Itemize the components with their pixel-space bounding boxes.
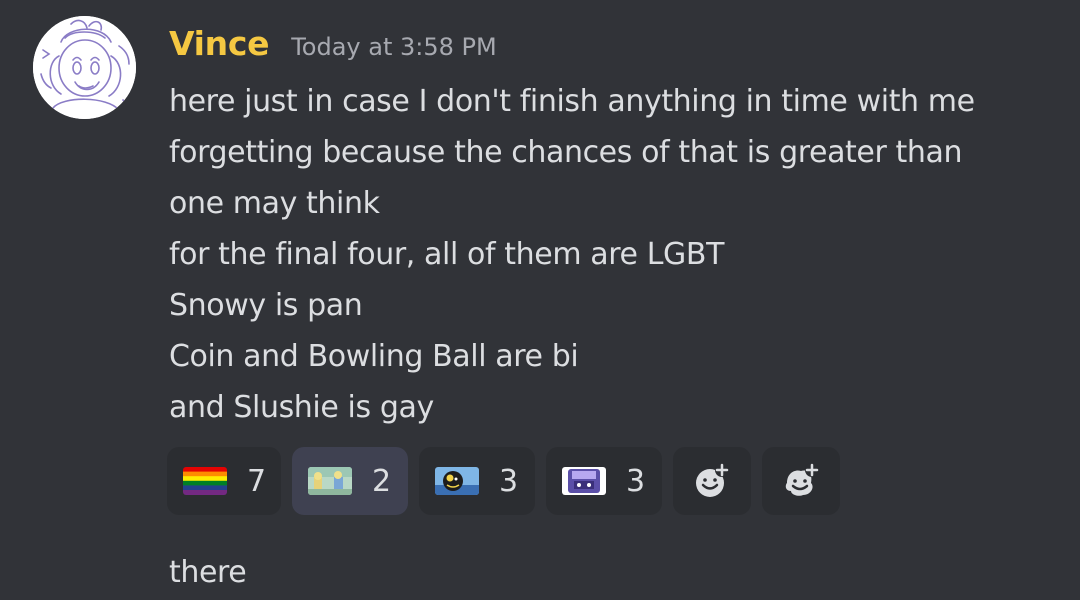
- reaction-count: 3: [626, 463, 646, 499]
- reaction-bowling-ball[interactable]: 3: [419, 447, 535, 515]
- avatar[interactable]: [33, 16, 136, 119]
- add-super-reaction-button[interactable]: [762, 447, 840, 515]
- add-reaction-icon: [696, 463, 729, 497]
- characters-emoji-icon: [308, 467, 352, 495]
- reaction-pride-flag[interactable]: 7: [167, 447, 281, 515]
- reaction-slushie[interactable]: 3: [546, 447, 662, 515]
- message-content: here just in case I don't finish anythin…: [169, 76, 1049, 433]
- reaction-characters[interactable]: 2: [292, 447, 408, 515]
- reaction-count: 2: [372, 463, 392, 499]
- followup-message: there: [169, 555, 247, 590]
- pride-flag-emoji-icon: [183, 467, 227, 495]
- reaction-bar: 7 2 3 3: [167, 447, 840, 515]
- timestamp[interactable]: Today at 3:58 PM: [291, 33, 497, 61]
- message-header: Vince Today at 3:58 PM: [169, 24, 497, 68]
- message-group: Vince Today at 3:58 PM here just in case…: [0, 0, 1080, 600]
- reaction-count: 7: [247, 463, 267, 499]
- avatar-sketch-icon: [33, 16, 136, 119]
- message-line: one may think: [169, 186, 380, 221]
- username[interactable]: Vince: [169, 24, 270, 63]
- bowling-ball-emoji-icon: [435, 467, 479, 495]
- add-super-reaction-icon: [785, 463, 819, 496]
- message-line: Coin and Bowling Ball are bi: [169, 339, 579, 374]
- message-line: and Slushie is gay: [169, 390, 434, 425]
- message-line: forgetting because the chances of that i…: [169, 135, 963, 170]
- reaction-count: 3: [499, 463, 519, 499]
- message-line: here just in case I don't finish anythin…: [169, 84, 975, 119]
- message-line: for the final four, all of them are LGBT: [169, 237, 725, 272]
- add-reaction-button[interactable]: [673, 447, 751, 515]
- slushie-emoji-icon: [562, 467, 606, 495]
- message-line: Snowy is pan: [169, 288, 363, 323]
